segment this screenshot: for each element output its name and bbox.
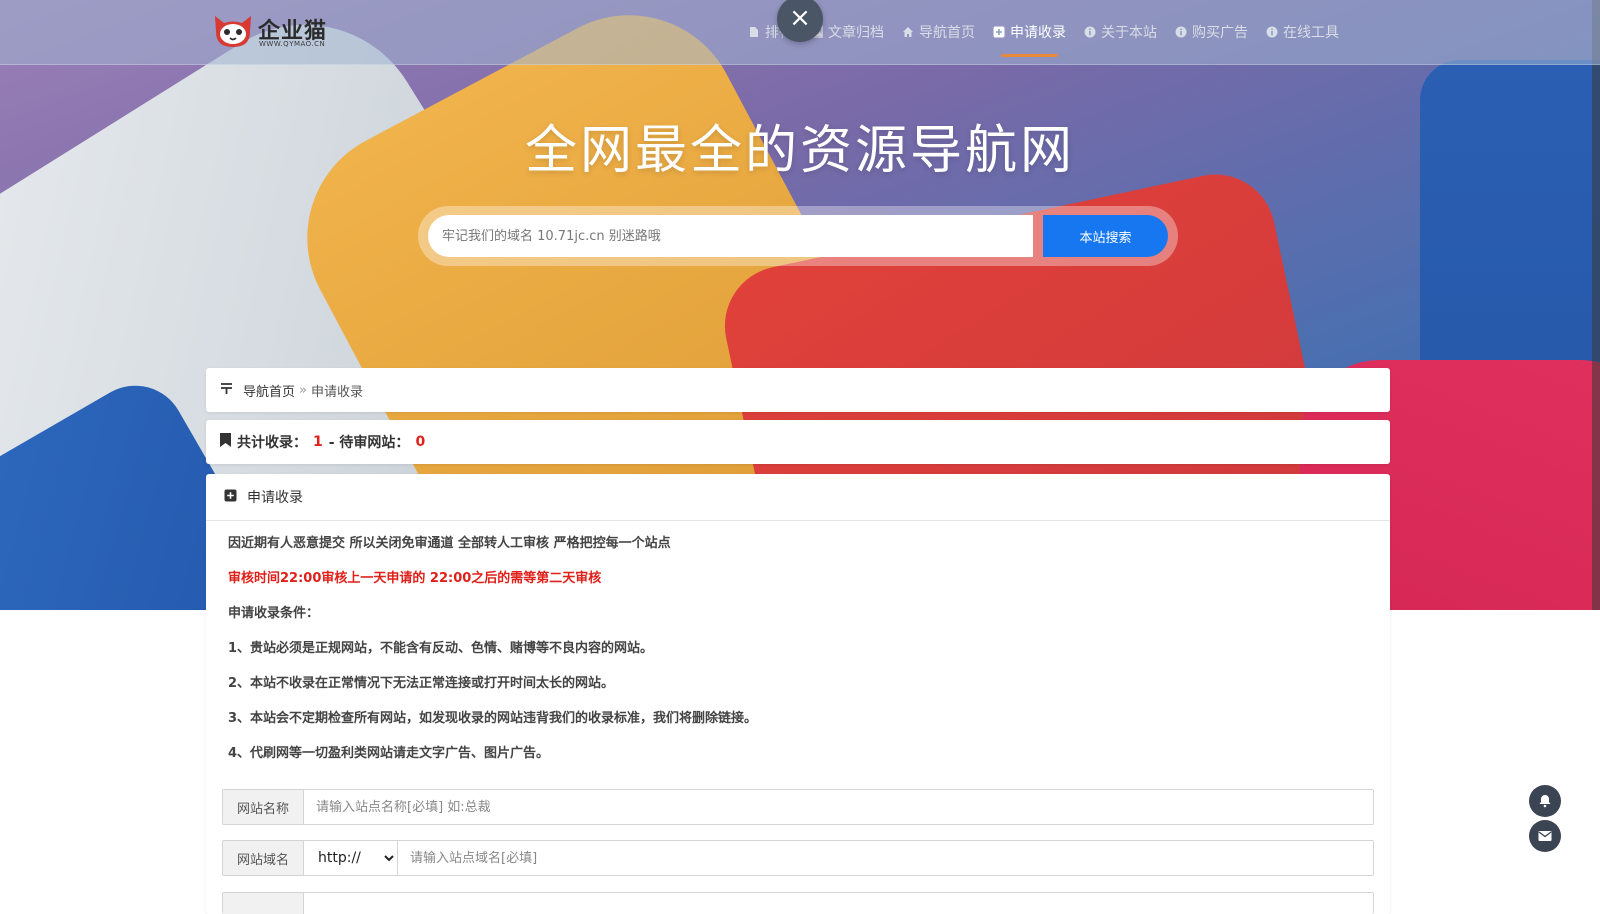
notification-button[interactable] [1529,785,1561,817]
conditions-title: 申请收录条件： [228,606,320,621]
search-input[interactable] [428,215,1033,257]
bell-icon [1539,795,1551,808]
condition-item: 3、本站会不定期检查所有网站，如发现收录的网站违背我们的收录标准，我们将删除链接… [228,711,758,726]
info-icon [1084,26,1096,38]
stats-total-label: 共计收录： [237,435,307,451]
apply-panel-title: 申请收录 [247,490,303,506]
breadcrumb-separator: » [299,382,307,398]
site-logo[interactable]: 企业猫 WWW.QYMAO.CN [212,12,332,52]
protocol-select[interactable]: http:// [304,841,398,875]
stats-pending-count: 0 [415,434,426,450]
search-bar: 本站搜索 [418,206,1178,266]
page-title: 全网最全的资源导航网 [524,121,1075,181]
logo-url: WWW.QYMAO.CN [259,40,326,48]
nav-item-home[interactable]: 导航首页 [902,0,975,64]
site-domain-row: 网站域名 http:// [222,840,1374,876]
nav-item-tools[interactable]: 在线工具 [1266,0,1339,64]
site-name-row: 网站名称 [222,789,1374,825]
apply-panel-header: 申请收录 [206,474,1390,521]
breadcrumb: 导航首页 » 申请收录 [206,368,1390,412]
nav-item-about[interactable]: 关于本站 [1084,0,1157,64]
stats-total-count: 1 [313,434,323,450]
notice-text: 因近期有人恶意提交 所以关闭免审通道 全部转人工审核 严格把控每一个站点 [228,536,671,551]
condition-item: 4、代刷网等一切盈利类网站请走文字广告、图片广告。 [228,746,550,761]
nav-label: 文章归档 [828,25,884,41]
home-icon [903,27,913,37]
condition-item: 1、贵站必须是正规网站，不能含有反动、色情、赌博等不良内容的网站。 [228,641,654,656]
mail-icon [1538,831,1552,841]
plus-square-icon [993,26,1005,38]
apply-notes: 因近期有人恶意提交 所以关闭免审通道 全部转人工审核 严格把控每一个站点 审核时… [206,521,1390,763]
site-domain-input[interactable] [398,841,1373,875]
apply-panel: 申请收录 因近期有人恶意提交 所以关闭免审通道 全部转人工审核 严格把控每一个站… [206,474,1390,914]
site-name-label: 网站名称 [223,790,304,824]
bookmark-icon [220,433,231,451]
breadcrumb-current: 申请收录 [310,384,363,400]
site-name-input[interactable] [304,790,1373,824]
nav-label: 在线工具 [1283,25,1339,41]
info-icon [1266,26,1278,38]
file-icon [750,27,758,37]
plus-square-icon [224,489,237,506]
next-form-label [223,893,304,914]
nav-label: 申请收录 [1010,25,1066,41]
condition-item: 2、本站不收录在正常情况下无法正常连接或打开时间太长的网站。 [228,676,615,691]
search-button[interactable]: 本站搜索 [1043,215,1168,257]
breadcrumb-home-link[interactable]: 导航首页 [243,381,295,400]
site-domain-label: 网站域名 [223,841,304,875]
stats-bar: 共计收录： 1 - 待审网站： 0 [206,420,1390,464]
nav-label: 关于本站 [1101,25,1157,41]
nav-item-archive[interactable]: 文章归档 [811,0,884,64]
stats-pending-label: - 待审网站： [328,435,410,451]
review-time-text: 审核时间22:00审核上一天申请的 22:00之后的需等第二天审核 [228,571,602,586]
contact-button[interactable] [1529,820,1561,852]
nav-item-apply[interactable]: 申请收录 [993,0,1066,64]
cat-logo-icon [215,16,251,47]
next-form-row [222,892,1374,914]
nav-label: 导航首页 [919,25,975,41]
next-form-field[interactable] [304,893,1373,914]
nav-label: 购买广告 [1192,25,1248,41]
nav-item-ads[interactable]: 购买广告 [1175,0,1248,64]
scrollbar[interactable] [1592,0,1600,610]
menu-icon [220,382,233,399]
info-icon [1175,26,1187,38]
